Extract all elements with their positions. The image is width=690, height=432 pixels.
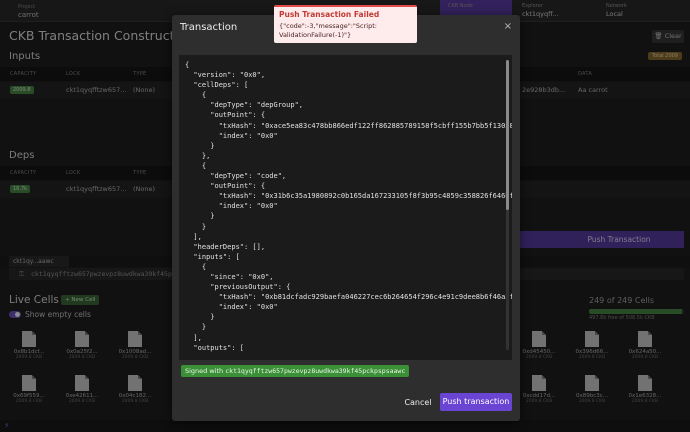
- transaction-json: { "version": "0x0", "cellDeps": [ { "dep…: [185, 61, 512, 352]
- signed-badge: Signed with ckt1qyqfftzw657pwzevpz8uwdkw…: [181, 365, 410, 377]
- scrollbar-thumb[interactable]: [506, 60, 509, 210]
- signed-prefix: Signed with: [185, 367, 224, 375]
- close-icon[interactable]: ×: [504, 21, 512, 32]
- error-toast[interactable]: Push Transaction Failed {"code":-3,"mess…: [274, 5, 417, 43]
- push-transaction-modal-button[interactable]: Push transaction: [440, 393, 512, 411]
- transaction-modal: Transaction × { "version": "0x0", "cellD…: [172, 15, 520, 421]
- transaction-json-view[interactable]: { "version": "0x0", "cellDeps": [ { "dep…: [179, 55, 512, 360]
- toast-title: Push Transaction Failed: [279, 10, 380, 19]
- toast-message: {"code":-3,"message":"Script: Validation…: [279, 22, 377, 39]
- signed-address: ckt1qyqfftzw657pwzevpz8uwdkwa39kf45pckps…: [225, 367, 406, 375]
- modal-title: Transaction: [180, 22, 238, 33]
- cancel-button[interactable]: Cancel: [402, 395, 434, 411]
